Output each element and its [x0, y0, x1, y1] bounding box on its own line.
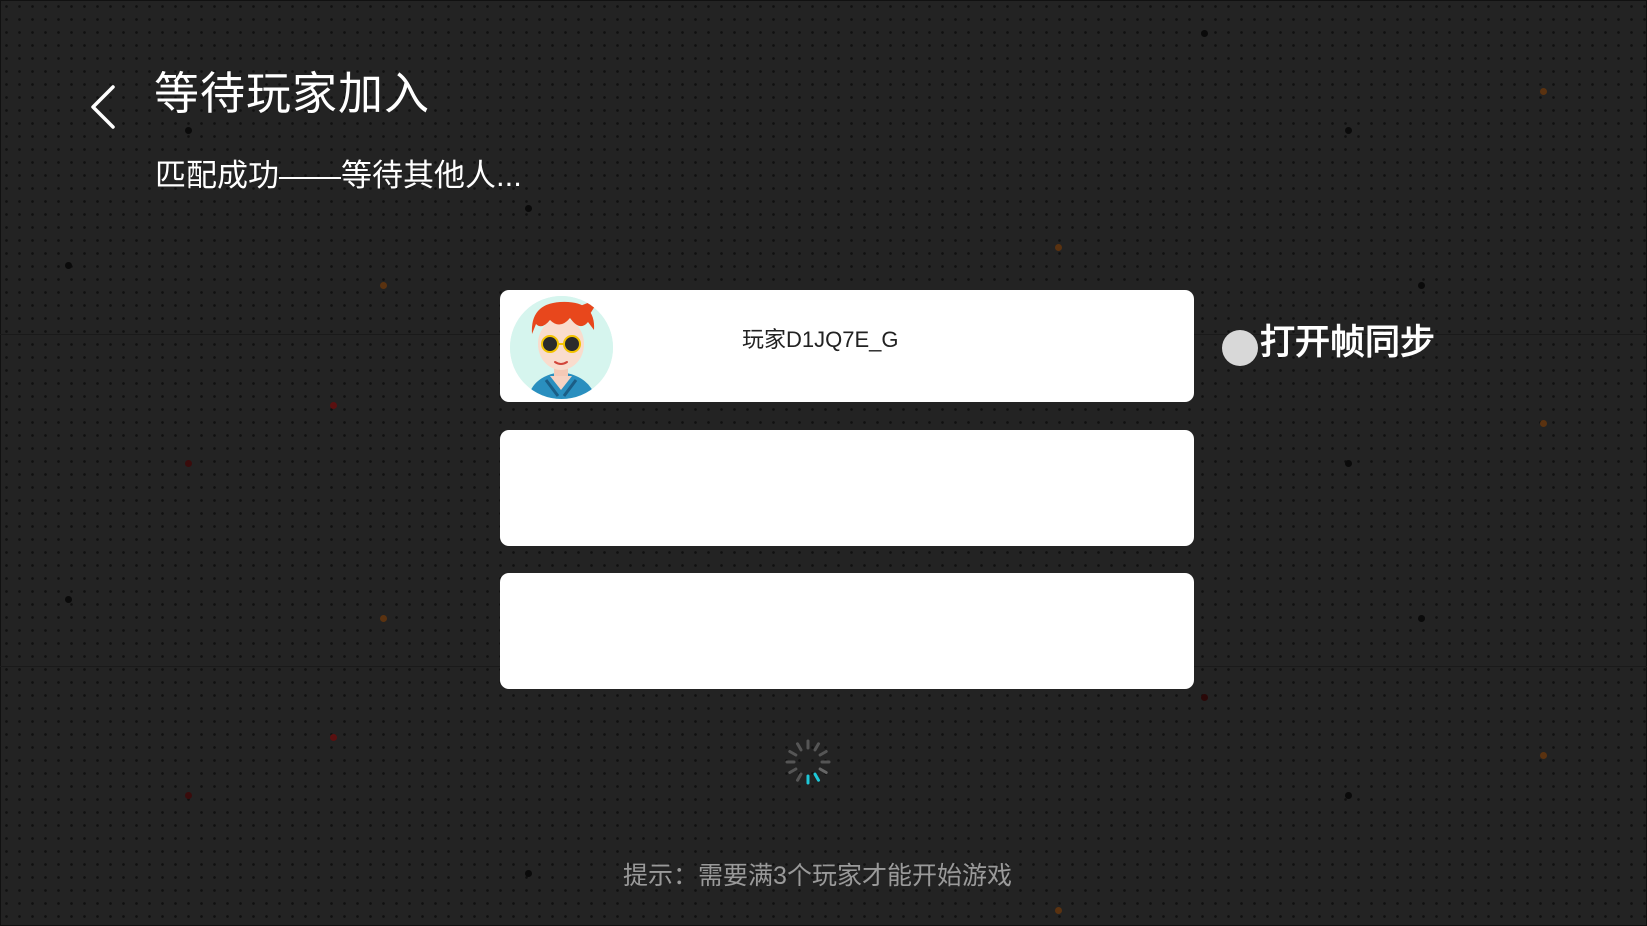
background-dot [185, 460, 192, 467]
match-status-subtitle: 匹配成功——等待其他人... [155, 158, 522, 193]
hint-text-row: 提示：需要满3个玩家才能开始游戏 [0, 860, 1647, 892]
toggle-knob[interactable] [1222, 330, 1258, 366]
back-button[interactable] [84, 82, 124, 132]
player-avatar [510, 296, 613, 399]
background-dot [1345, 792, 1352, 799]
avatar-illustration [510, 296, 613, 399]
frame-sync-toggle[interactable]: 打开帧同步 [1222, 318, 1435, 368]
player-slot-3-empty [500, 573, 1194, 689]
player-slot-2-empty [500, 430, 1194, 546]
background-dot [1418, 282, 1425, 289]
background-dot [1201, 694, 1208, 701]
chevron-left-icon [91, 85, 115, 129]
background-dot [525, 205, 532, 212]
player-slot-1: 玩家D1JQ7E_G [500, 290, 1194, 402]
background-dot [185, 127, 192, 134]
background-dot [1540, 752, 1547, 759]
background-dot [380, 282, 387, 289]
background-dot [1055, 244, 1062, 251]
background-dot [185, 792, 192, 799]
page-title: 等待玩家加入 [154, 68, 431, 119]
background-dot [1201, 30, 1208, 37]
background-dot [330, 402, 337, 409]
background-dot [65, 262, 72, 269]
frame-sync-label: 打开帧同步 [1260, 323, 1436, 362]
background-dot [1418, 615, 1425, 622]
background-dot [1055, 907, 1062, 914]
background-dot [1345, 127, 1352, 134]
background-dot [330, 734, 337, 741]
background-dot [1345, 460, 1352, 467]
background-dot [1540, 420, 1547, 427]
player-name: 玩家D1JQ7E_G [742, 327, 899, 352]
background-dot [380, 615, 387, 622]
background-dot [1540, 88, 1547, 95]
loading-spinner-icon [785, 739, 831, 785]
background-dot [65, 596, 72, 603]
hint-text: 提示：需要满3个玩家才能开始游戏 [623, 862, 1012, 890]
